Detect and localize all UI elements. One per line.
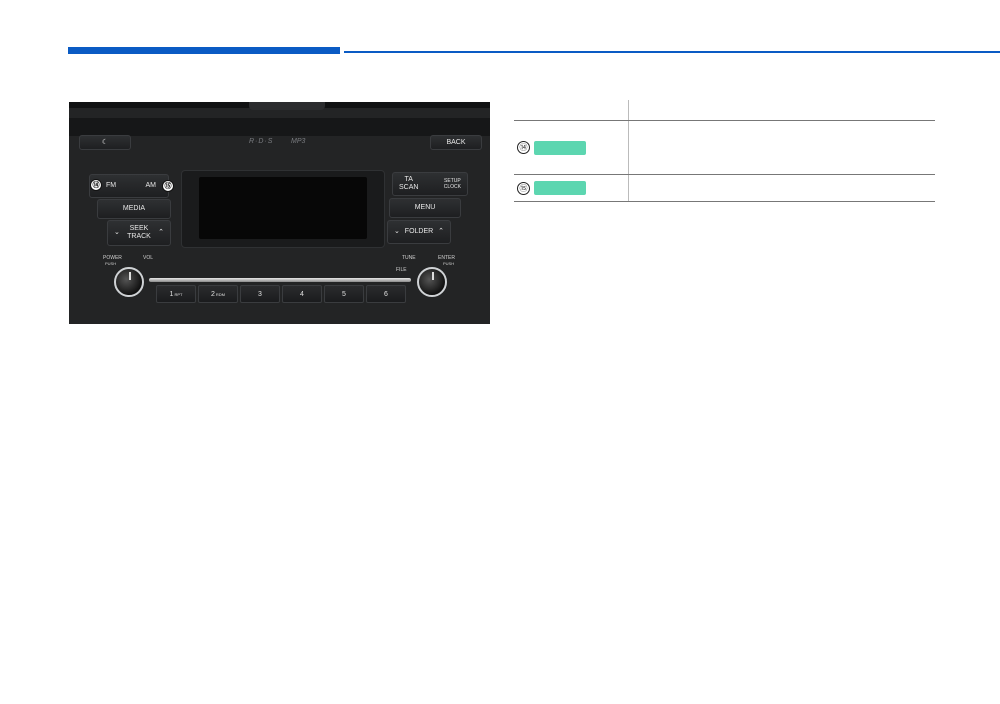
volume-knob xyxy=(114,267,144,297)
table-header-col1 xyxy=(514,100,629,120)
moon-icon: ☾ xyxy=(101,138,109,146)
ta-scan-setup-button: TA SCAN SETUP CLOCK xyxy=(392,172,468,196)
rds-logo: R·D·S xyxy=(249,138,274,145)
mp3-logo: MP3 xyxy=(291,138,306,145)
table-header-col2 xyxy=(629,100,935,120)
panel-band xyxy=(69,118,490,136)
preset-buttons: 1 RPT 2 RDM 3 4 5 6 xyxy=(155,285,407,303)
folder-button: ⌄ FOLDER ⌃ xyxy=(387,220,451,244)
header-accent-bar xyxy=(68,47,340,54)
chrome-rail xyxy=(149,278,411,282)
header-rule xyxy=(344,51,1000,53)
preset-button-6: 6 xyxy=(366,285,406,303)
chevron-up-icon: ⌃ xyxy=(158,229,164,236)
chevron-down-icon: ⌄ xyxy=(394,228,400,235)
track-label: TRACK xyxy=(127,233,151,240)
seek-label: SEEK xyxy=(129,225,149,232)
item-number-14: ⑭ xyxy=(517,141,530,154)
file-label: FILE xyxy=(396,267,407,273)
media-button: MEDIA xyxy=(97,199,171,219)
preset-button-1: 1 RPT xyxy=(156,285,196,303)
folder-label: FOLDER xyxy=(404,228,434,235)
tune-knob xyxy=(417,267,447,297)
ta-scan-labels: TA SCAN xyxy=(399,176,418,192)
table-header-row xyxy=(514,100,935,121)
table-cell-item: ⑮ xyxy=(514,175,629,201)
vol-label: VOL xyxy=(143,255,154,261)
preset-button-4: 4 xyxy=(282,285,322,303)
description-table: ⑭ ⑮ xyxy=(514,100,935,202)
table-row: ⑮ xyxy=(514,175,935,202)
menu-label: MENU xyxy=(414,204,436,211)
enter-push-label: PUSH xyxy=(443,261,455,266)
callout-15: ⑮ xyxy=(162,180,174,192)
chevron-up-icon: ⌃ xyxy=(438,228,444,235)
display-screen xyxy=(199,177,367,239)
callout-14: ⑭ xyxy=(90,179,102,191)
preset-button-2: 2 RDM xyxy=(198,285,238,303)
ta-label: TA xyxy=(404,176,413,183)
seek-track-labels: SEEK TRACK xyxy=(127,225,151,241)
seek-track-button: ⌄ SEEK TRACK ⌃ xyxy=(107,220,171,246)
clock-label: CLOCK xyxy=(443,184,461,190)
table-cell-item: ⑭ xyxy=(514,121,629,174)
panel-top-notch xyxy=(249,102,325,110)
highlight-chip xyxy=(534,140,586,155)
menu-button: MENU xyxy=(389,198,461,218)
preset-button-5: 5 xyxy=(324,285,364,303)
media-label: MEDIA xyxy=(122,205,146,212)
back-button: BACK xyxy=(430,135,482,150)
audio-head-unit-image: ☾ R·D·S MP3 BACK FM AM MEDIA ⌄ SEEK TRAC… xyxy=(69,102,490,324)
chevron-down-icon: ⌄ xyxy=(114,229,120,236)
am-label: AM xyxy=(145,182,157,189)
table-cell-description xyxy=(629,175,935,201)
scan-label: SCAN xyxy=(399,184,419,191)
table-cell-description xyxy=(629,121,935,174)
setup-clock-labels: SETUP CLOCK xyxy=(444,178,461,190)
highlight-chip xyxy=(534,181,586,195)
night-mode-button: ☾ xyxy=(79,135,131,150)
power-push-label: PUSH xyxy=(105,261,117,266)
preset-button-3: 3 xyxy=(240,285,280,303)
fm-label: FM xyxy=(106,182,117,189)
item-number-15: ⑮ xyxy=(517,181,530,195)
back-label: BACK xyxy=(446,138,466,146)
table-row: ⑭ xyxy=(514,121,935,175)
tune-label: TUNE xyxy=(402,255,416,261)
